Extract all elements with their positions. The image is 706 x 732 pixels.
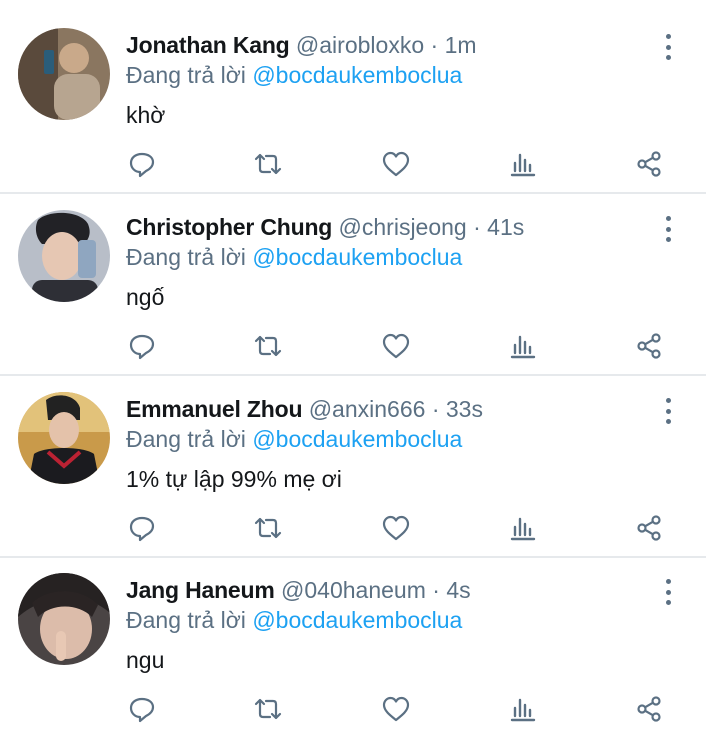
retweet-icon[interactable] <box>253 331 283 361</box>
divider <box>0 556 706 558</box>
author-name[interactable]: Jang Haneum <box>126 577 275 603</box>
more-options-icon[interactable] <box>656 577 680 607</box>
retweet-icon[interactable] <box>253 149 283 179</box>
timestamp[interactable]: 1m <box>445 32 477 58</box>
timestamp[interactable]: 41s <box>487 214 524 240</box>
replying-to: Đang trả lời @bocdaukemboclua <box>126 240 462 274</box>
share-icon[interactable] <box>634 694 664 724</box>
analytics-icon[interactable] <box>508 513 538 543</box>
timestamp[interactable]: 33s <box>446 396 483 422</box>
author-name[interactable]: Jonathan Kang <box>126 32 290 58</box>
analytics-icon[interactable] <box>508 694 538 724</box>
replying-to: Đang trả lời @bocdaukemboclua <box>126 603 462 637</box>
avatar[interactable] <box>18 28 110 120</box>
more-options-icon[interactable] <box>656 214 680 244</box>
share-icon[interactable] <box>634 149 664 179</box>
author-handle[interactable]: @anxin666 <box>309 396 426 422</box>
tweet-text: ngu <box>126 647 165 673</box>
tweet-actions <box>0 331 706 361</box>
tweet[interactable]: Jonathan Kang @airobloxko · 1m Đang trả … <box>0 28 706 192</box>
separator: · <box>432 577 440 603</box>
divider <box>0 374 706 376</box>
reply-icon[interactable] <box>127 694 157 724</box>
separator: · <box>431 396 440 422</box>
mention-link[interactable]: @bocdaukemboclua <box>252 426 462 452</box>
author-name[interactable]: Emmanuel Zhou <box>126 396 303 422</box>
retweet-icon[interactable] <box>253 513 283 543</box>
avatar[interactable] <box>18 392 110 484</box>
author-handle[interactable]: @airobloxko <box>296 32 424 58</box>
replying-to-label: Đang trả lời <box>126 62 246 88</box>
avatar[interactable] <box>18 210 110 302</box>
replying-to-label: Đang trả lời <box>126 244 246 270</box>
author-handle[interactable]: @chrisjeong <box>339 214 467 240</box>
replying-to-label: Đang trả lời <box>126 426 246 452</box>
tweet[interactable]: Jang Haneum @040haneum · 4s Đang trả lời… <box>0 573 706 732</box>
tweet-header: Jonathan Kang @airobloxko · 1m <box>126 28 477 62</box>
tweet-header: Christopher Chung @chrisjeong · 41s <box>126 210 524 244</box>
like-icon[interactable] <box>381 694 411 724</box>
mention-link[interactable]: @bocdaukemboclua <box>252 62 462 88</box>
reply-icon[interactable] <box>127 149 157 179</box>
divider <box>0 192 706 194</box>
share-icon[interactable] <box>634 513 664 543</box>
tweet-text: khờ <box>126 102 166 128</box>
tweet-text: 1% tự lập 99% mẹ ơi <box>126 466 342 492</box>
author-name[interactable]: Christopher Chung <box>126 214 332 240</box>
tweet-actions <box>0 149 706 179</box>
like-icon[interactable] <box>381 149 411 179</box>
more-options-icon[interactable] <box>656 32 680 62</box>
avatar[interactable] <box>18 573 110 665</box>
reply-icon[interactable] <box>127 331 157 361</box>
tweet-header: Emmanuel Zhou @anxin666 · 33s <box>126 392 483 426</box>
tweet[interactable]: Emmanuel Zhou @anxin666 · 33s Đang trả l… <box>0 392 706 556</box>
separator: · <box>430 32 439 58</box>
tweet[interactable]: Christopher Chung @chrisjeong · 41s Đang… <box>0 210 706 374</box>
mention-link[interactable]: @bocdaukemboclua <box>252 244 462 270</box>
like-icon[interactable] <box>381 513 411 543</box>
more-options-icon[interactable] <box>656 396 680 426</box>
mention-link[interactable]: @bocdaukemboclua <box>252 607 462 633</box>
timestamp[interactable]: 4s <box>446 577 470 603</box>
replying-to: Đang trả lời @bocdaukemboclua <box>126 58 462 92</box>
reply-feed: Jonathan Kang @airobloxko · 1m Đang trả … <box>0 0 706 732</box>
retweet-icon[interactable] <box>253 694 283 724</box>
tweet-text: ngố <box>126 284 165 310</box>
analytics-icon[interactable] <box>508 331 538 361</box>
replying-to-label: Đang trả lời <box>126 607 246 633</box>
reply-icon[interactable] <box>127 513 157 543</box>
tweet-actions <box>0 513 706 543</box>
tweet-actions <box>0 694 706 724</box>
separator: · <box>473 214 481 240</box>
replying-to: Đang trả lời @bocdaukemboclua <box>126 422 462 456</box>
tweet-header: Jang Haneum @040haneum · 4s <box>126 573 471 607</box>
share-icon[interactable] <box>634 331 664 361</box>
like-icon[interactable] <box>381 331 411 361</box>
analytics-icon[interactable] <box>508 149 538 179</box>
author-handle[interactable]: @040haneum <box>281 577 426 603</box>
